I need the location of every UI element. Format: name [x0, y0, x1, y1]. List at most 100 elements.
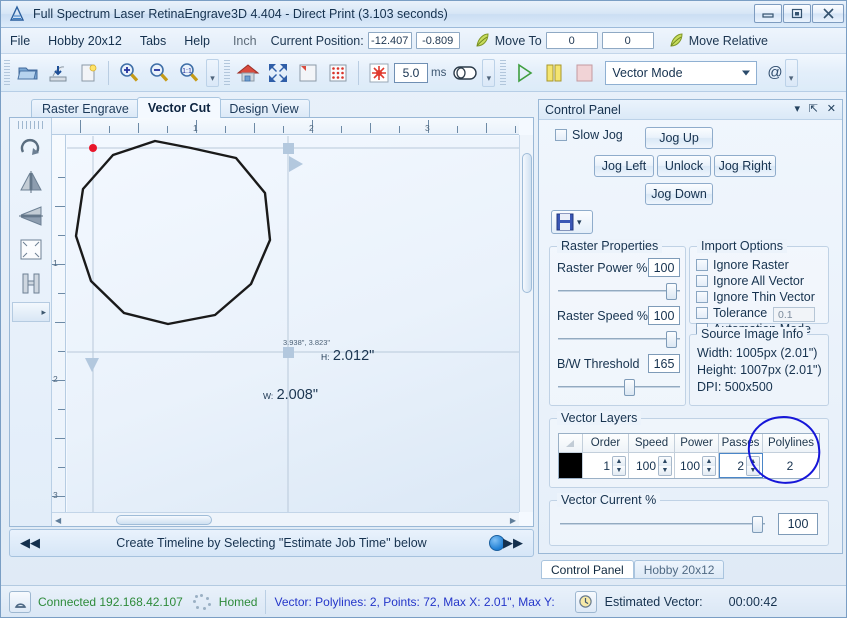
- jog-left-button[interactable]: Jog Left: [594, 155, 654, 177]
- vector-layers-table[interactable]: Order Speed Power Passes Polylines 1 ▲▼: [558, 433, 820, 479]
- pause-job-icon[interactable]: [540, 59, 568, 87]
- order-cell[interactable]: 1 ▲▼: [583, 453, 629, 478]
- raster-power-value[interactable]: 100: [648, 258, 680, 277]
- open-folder-icon[interactable]: [14, 59, 42, 87]
- bw-threshold-thumb[interactable]: [624, 379, 635, 396]
- scroll-left-icon[interactable]: ◀: [55, 516, 61, 525]
- flip-horizontal-icon[interactable]: [12, 199, 50, 232]
- move-to-y[interactable]: 0: [602, 32, 654, 49]
- passes-cell[interactable]: 2 ▲▼: [719, 453, 763, 478]
- raster-speed-value[interactable]: 100: [648, 306, 680, 325]
- panel-dropdown-icon[interactable]: ▾: [794, 102, 800, 115]
- toolbar-overflow-3-icon[interactable]: ▾: [785, 59, 798, 87]
- page-corner-icon[interactable]: [294, 59, 322, 87]
- table-row[interactable]: 1 ▲▼ 100 ▲▼ 100 ▲▼ 2 ▲▼: [559, 452, 819, 478]
- grid-dots-icon[interactable]: [324, 59, 352, 87]
- align-icon[interactable]: [12, 267, 50, 300]
- menu-tabs[interactable]: Tabs: [131, 32, 175, 50]
- toolbar-overflow-2-icon[interactable]: ▾: [482, 59, 495, 87]
- passes-stepper[interactable]: ▲▼: [746, 456, 760, 476]
- laser-test-fire-icon[interactable]: [365, 59, 393, 87]
- canvas-horizontal-scrollbar[interactable]: ◀ ▶: [52, 512, 519, 526]
- bw-threshold-slider[interactable]: [558, 381, 680, 393]
- rotate-icon[interactable]: [12, 131, 50, 164]
- raster-speed-thumb[interactable]: [666, 331, 677, 348]
- tool-rail-grip[interactable]: [18, 121, 43, 129]
- design-canvas[interactable]: 3.938", 3.823" H: 2.012" W: 2.008": [67, 136, 519, 512]
- ignore-raster-checkbox[interactable]: Ignore Raster: [696, 258, 789, 272]
- zoom-out-icon[interactable]: [145, 59, 173, 87]
- more-tools-icon[interactable]: ▸: [12, 302, 50, 322]
- panel-pin-icon[interactable]: ⇱: [809, 102, 818, 115]
- raster-power-slider[interactable]: [558, 285, 680, 297]
- jog-up-button[interactable]: Jog Up: [645, 127, 713, 149]
- tab-vector-cut[interactable]: Vector Cut: [137, 97, 222, 118]
- ignore-all-vector-checkbox[interactable]: Ignore All Vector: [696, 274, 804, 288]
- slow-jog-checkbox[interactable]: Slow Jog: [555, 128, 623, 142]
- clock-icon[interactable]: [575, 591, 597, 613]
- toolbar-grip[interactable]: [4, 60, 10, 86]
- maximize-button[interactable]: [783, 4, 811, 23]
- toolbar-overflow-1-icon[interactable]: ▾: [206, 59, 219, 87]
- new-document-icon[interactable]: [74, 59, 102, 87]
- panel-close-icon[interactable]: ✕: [827, 102, 836, 115]
- vector-current-thumb[interactable]: [752, 516, 763, 533]
- laser-pulse-ms-input[interactable]: 5.0: [394, 63, 428, 83]
- canvas-vertical-scrollbar[interactable]: [519, 135, 533, 512]
- jog-down-button[interactable]: Jog Down: [645, 183, 713, 205]
- power-header[interactable]: Power: [675, 434, 719, 452]
- horizontal-scroll-thumb[interactable]: [116, 515, 212, 525]
- zoom-actual-size-icon[interactable]: 1:1: [175, 59, 203, 87]
- polylines-header[interactable]: Polylines: [763, 434, 819, 452]
- ignore-thin-vector-checkbox[interactable]: Ignore Thin Vector: [696, 290, 815, 304]
- dock-tab-hobby-20x12[interactable]: Hobby 20x12: [634, 560, 725, 579]
- toolbar-grip-2[interactable]: [224, 60, 230, 86]
- speed-cell[interactable]: 100 ▲▼: [629, 453, 675, 478]
- polylines-cell[interactable]: 2: [763, 453, 819, 478]
- move-to-x[interactable]: 0: [546, 32, 598, 49]
- power-stepper[interactable]: ▲▼: [702, 456, 716, 476]
- speed-header[interactable]: Speed: [629, 434, 675, 452]
- tolerance-input[interactable]: 0.1: [773, 307, 815, 322]
- select-bounds-icon[interactable]: [12, 233, 50, 266]
- stop-job-icon[interactable]: [570, 59, 598, 87]
- vertical-scroll-thumb[interactable]: [522, 153, 532, 293]
- close-button[interactable]: [812, 4, 844, 23]
- vector-current-slider[interactable]: [560, 518, 765, 530]
- zoom-in-icon[interactable]: [115, 59, 143, 87]
- toolbar-grip-3[interactable]: [500, 60, 506, 86]
- raster-power-thumb[interactable]: [666, 283, 677, 300]
- save-to-disk-icon[interactable]: [44, 59, 72, 87]
- speed-stepper[interactable]: ▲▼: [658, 456, 672, 476]
- at-symbol-icon[interactable]: @: [767, 64, 782, 81]
- save-settings-button[interactable]: ▾: [551, 210, 593, 234]
- move-to-button[interactable]: Move To: [474, 32, 542, 49]
- home-icon[interactable]: [234, 59, 262, 87]
- tolerance-checkbox[interactable]: Tolerance: [696, 306, 767, 320]
- vector-current-value[interactable]: 100: [778, 513, 818, 535]
- bw-threshold-value[interactable]: 165: [648, 354, 680, 373]
- move-relative-button[interactable]: Move Relative: [668, 32, 768, 49]
- laser-toggle-icon[interactable]: [451, 59, 479, 87]
- run-job-icon[interactable]: [510, 59, 538, 87]
- power-cell[interactable]: 100 ▲▼: [675, 453, 719, 478]
- passes-header[interactable]: Passes: [719, 434, 763, 452]
- order-header[interactable]: Order: [583, 434, 629, 452]
- tab-design-view[interactable]: Design View: [218, 99, 309, 118]
- dock-tab-control-panel[interactable]: Control Panel: [541, 560, 634, 579]
- flip-vertical-icon[interactable]: [12, 165, 50, 198]
- timeline-prev-button[interactable]: ◀◀: [20, 535, 40, 551]
- layer-color-swatch[interactable]: [559, 453, 583, 478]
- menu-hobby-20x12[interactable]: Hobby 20x12: [39, 32, 131, 50]
- menu-help[interactable]: Help: [175, 32, 219, 50]
- raster-speed-slider[interactable]: [558, 333, 680, 345]
- mode-select[interactable]: Vector Mode: [605, 61, 757, 85]
- tab-raster-engrave[interactable]: Raster Engrave: [31, 99, 140, 118]
- timeline-next-button[interactable]: ▶▶: [503, 535, 523, 551]
- menu-file[interactable]: File: [1, 32, 39, 50]
- save-dropdown-icon[interactable]: ▾: [577, 217, 582, 228]
- unlock-button[interactable]: Unlock: [657, 155, 711, 177]
- scroll-right-icon[interactable]: ▶: [510, 516, 516, 525]
- fit-to-screen-icon[interactable]: [264, 59, 292, 87]
- order-stepper[interactable]: ▲▼: [612, 456, 626, 476]
